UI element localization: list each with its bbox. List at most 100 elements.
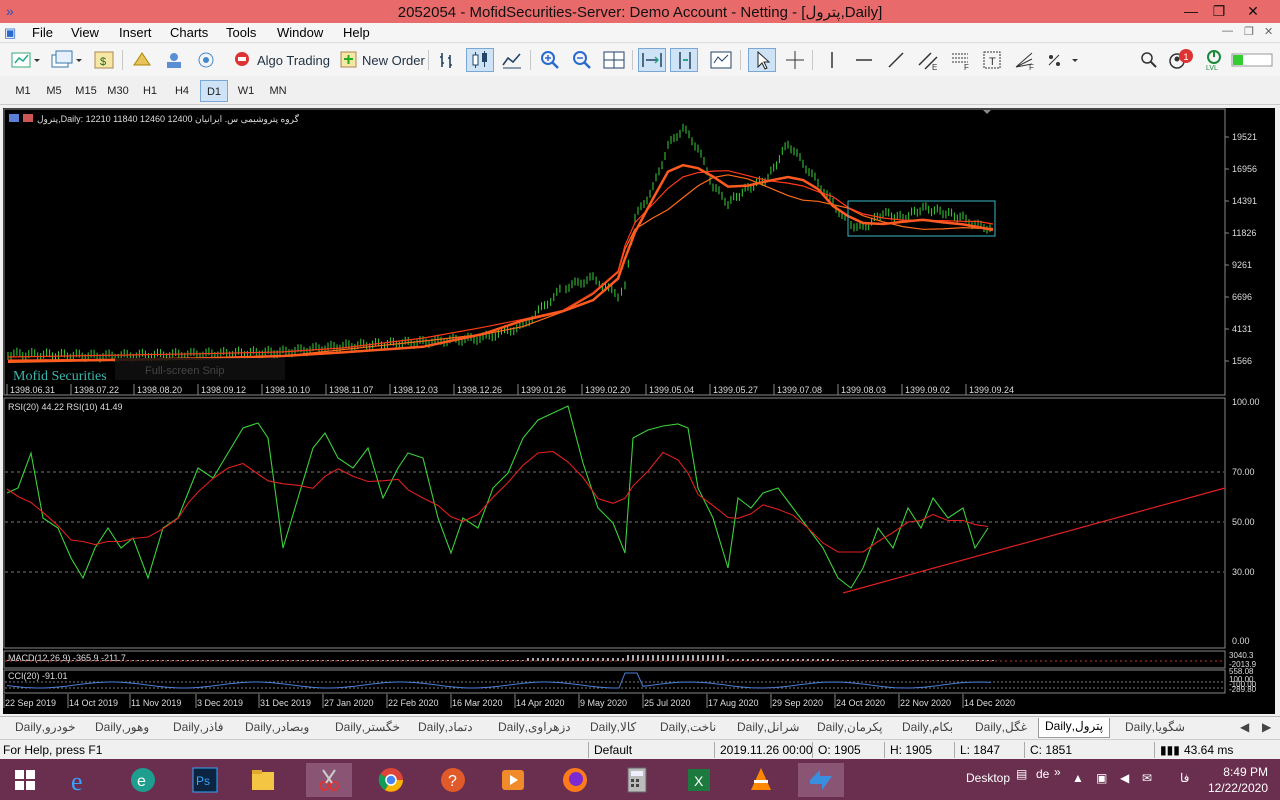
rsi-trendline[interactable]	[842, 487, 1226, 594]
search-icon[interactable]	[1138, 48, 1160, 72]
firefox-icon[interactable]	[552, 763, 598, 797]
tab-scroll-left-icon[interactable]: ◀	[1240, 720, 1249, 734]
file-explorer-icon[interactable]	[240, 763, 286, 797]
internet-explorer-icon[interactable]: e	[58, 763, 104, 797]
action-center-icon[interactable]: ✉	[1142, 771, 1152, 785]
photoshop-icon[interactable]: Ps	[182, 763, 228, 797]
equidistant-channel-icon[interactable]: E	[916, 48, 942, 72]
timeframe-d1[interactable]: D1	[200, 80, 228, 102]
tab-shgoya[interactable]: شگویا,Daily	[1125, 720, 1185, 734]
signal-level-icon[interactable]: LVL	[1202, 48, 1226, 72]
horizontal-line-tool-icon[interactable]	[852, 48, 876, 72]
new-order-button[interactable]: New Order	[338, 48, 425, 72]
chart-window[interactable]: پترول,Daily: 12210 11840 12460 12400 گرو…	[3, 108, 1275, 714]
text-tool-icon[interactable]: T	[980, 48, 1006, 72]
desktop-toolbar-label[interactable]: Desktop	[966, 771, 1010, 785]
menu-view[interactable]: View	[71, 25, 99, 40]
snipping-tool-icon[interactable]	[306, 763, 352, 797]
tile-windows-icon[interactable]	[602, 48, 626, 72]
data-window-icon[interactable]: $	[92, 48, 116, 72]
tab-sharanel[interactable]: شرانل,Daily	[737, 720, 799, 734]
help-app-icon[interactable]: ?	[430, 763, 476, 797]
excel-icon[interactable]: X	[676, 763, 722, 797]
tab-khodro[interactable]: خودرو,Daily	[15, 720, 76, 734]
timeframe-m30[interactable]: M30	[104, 80, 132, 102]
tab-pakerman[interactable]: پکرمان,Daily	[817, 720, 883, 734]
volume-icon[interactable]: ◀	[1120, 771, 1129, 785]
signals-icon[interactable]	[194, 48, 218, 72]
menu-tools[interactable]: Tools	[226, 25, 256, 40]
timeframe-h1[interactable]: H1	[136, 80, 164, 102]
zoom-in-icon[interactable]	[538, 48, 562, 72]
start-button-icon[interactable]	[2, 763, 48, 797]
chart-shift-marker-icon[interactable]	[983, 110, 991, 114]
consolidation-rectangle[interactable]	[847, 200, 996, 237]
menu-help[interactable]: Help	[343, 25, 370, 40]
maximize-button[interactable]: ❐	[1204, 1, 1234, 21]
tab-datmad[interactable]: دتماد,Daily	[418, 720, 473, 734]
tray-overflow-icon[interactable]: ▲	[1072, 771, 1084, 785]
minimize-button[interactable]: —	[1176, 1, 1206, 21]
timeframe-m5[interactable]: M5	[40, 80, 68, 102]
tab-vahor[interactable]: وهور,Daily	[95, 720, 149, 734]
new-chart-icon[interactable]	[10, 48, 40, 72]
fibonacci-retracement-icon[interactable]: F	[948, 48, 974, 72]
input-language-indicator[interactable]: فا	[1180, 771, 1189, 785]
tab-scroll-right-icon[interactable]: ▶	[1262, 720, 1271, 734]
chart-shift-icon[interactable]	[670, 48, 698, 72]
tab-ghegol[interactable]: غگل,Daily	[975, 720, 1027, 734]
close-button[interactable]: ✕	[1238, 1, 1268, 21]
line-chart-icon[interactable]	[500, 48, 524, 72]
vlc-icon[interactable]	[738, 763, 784, 797]
tab-bekam[interactable]: بکام,Daily	[902, 720, 953, 734]
media-player-icon[interactable]	[490, 763, 536, 797]
tray-more-icon[interactable]: »	[1054, 765, 1061, 779]
profiles-icon[interactable]	[50, 48, 84, 72]
child-close-button[interactable]: ✕	[1264, 25, 1273, 38]
price-panel[interactable]	[3, 108, 1226, 396]
chart-window-icon[interactable]: ▣	[4, 25, 16, 41]
cursor-tool-icon[interactable]	[748, 48, 776, 72]
algo-trading-button[interactable]: Algo Trading	[232, 48, 330, 72]
tab-fazar[interactable]: فاذر,Daily	[173, 720, 224, 734]
tab-khgostar[interactable]: خگستر,Daily	[335, 720, 400, 734]
timeframe-m15[interactable]: M15	[72, 80, 100, 102]
tab-kala[interactable]: کالا,Daily	[590, 720, 636, 734]
crosshair-tool-icon[interactable]	[782, 48, 808, 72]
menu-file[interactable]: File	[32, 25, 53, 40]
network-icon[interactable]: ▣	[1096, 771, 1107, 785]
navigator-icon[interactable]	[162, 48, 186, 72]
market-watch-icon[interactable]	[130, 48, 154, 72]
menu-insert[interactable]: Insert	[119, 25, 152, 40]
timeframe-m1[interactable]: M1	[9, 80, 37, 102]
timeframe-mn[interactable]: MN	[264, 80, 292, 102]
fibonacci-fan-icon[interactable]: F	[1012, 48, 1038, 72]
zoom-out-icon[interactable]	[570, 48, 594, 72]
edge-app-icon[interactable]: e	[120, 763, 166, 797]
metatrader-icon[interactable]	[798, 763, 844, 797]
candlestick-chart-icon[interactable]	[466, 48, 494, 72]
notifications-icon[interactable]: 1	[1166, 48, 1196, 72]
shapes-dropdown-icon[interactable]	[1044, 48, 1080, 72]
chrome-icon[interactable]	[368, 763, 414, 797]
timeframe-w1[interactable]: W1	[232, 80, 260, 102]
menu-charts[interactable]: Charts	[170, 25, 208, 40]
indicators-icon[interactable]	[708, 48, 734, 72]
child-restore-button[interactable]: ❐	[1244, 25, 1254, 38]
menu-window[interactable]: Window	[277, 25, 323, 40]
tab-dzahravi[interactable]: دزهراوی,Daily	[498, 720, 571, 734]
calculator-icon[interactable]	[614, 763, 660, 797]
tab-nakht[interactable]: ناخت,Daily	[660, 720, 716, 734]
language-indicator[interactable]: de	[1036, 767, 1049, 781]
timeframe-h4[interactable]: H4	[168, 80, 196, 102]
tab-petrol[interactable]: پترول,Daily	[1038, 718, 1111, 738]
bar-chart-icon[interactable]	[436, 48, 460, 72]
macd-panel[interactable]	[3, 650, 1226, 669]
folder-tray-icon[interactable]: ▤	[1016, 767, 1027, 781]
system-clock[interactable]: 8:49 PM 12/22/2020	[1208, 764, 1268, 796]
child-minimize-button[interactable]: —	[1222, 25, 1233, 37]
vertical-line-tool-icon[interactable]	[820, 48, 844, 72]
auto-scroll-icon[interactable]	[638, 48, 666, 72]
trendline-tool-icon[interactable]	[884, 48, 908, 72]
rsi-panel[interactable]	[3, 397, 1226, 649]
